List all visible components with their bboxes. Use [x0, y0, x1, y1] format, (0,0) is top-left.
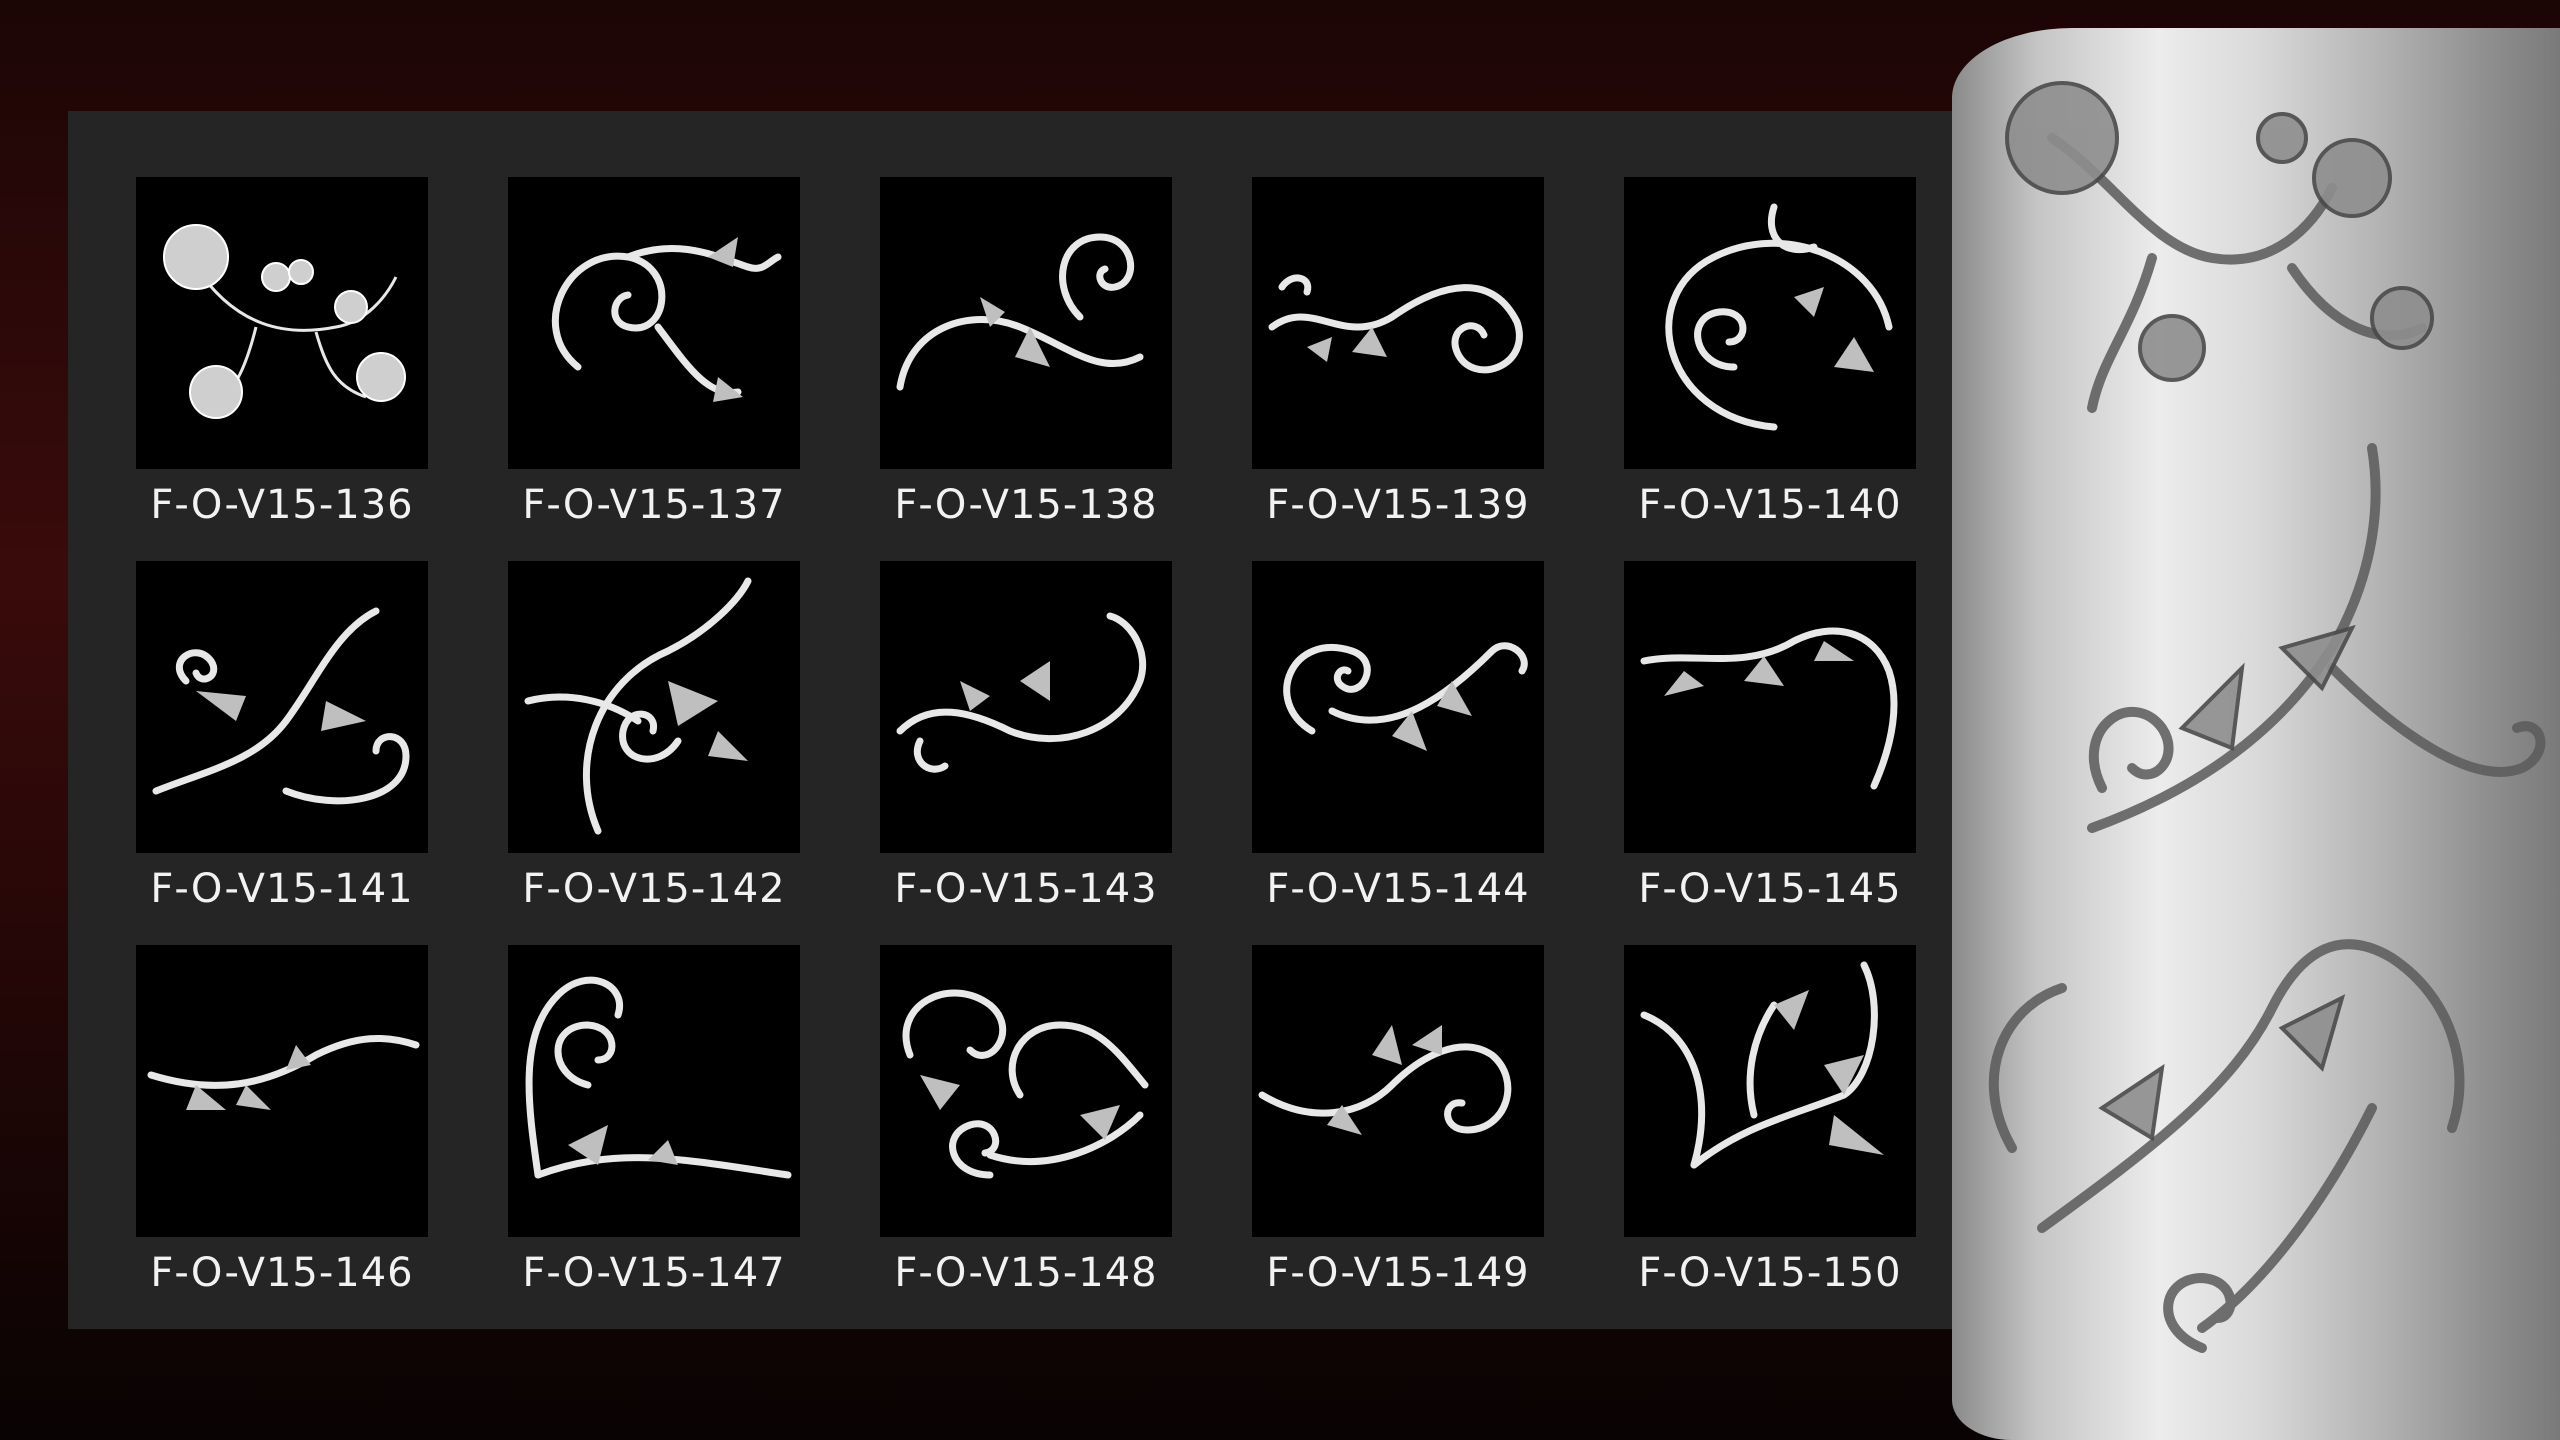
ornament-tile[interactable]: F-O-V15-136 — [136, 177, 428, 561]
ornament-code-label: F-O-V15-149 — [1266, 1250, 1530, 1296]
ornament-thumbnail[interactable] — [508, 561, 800, 853]
ornament-code-label: F-O-V15-146 — [150, 1250, 414, 1296]
carved-cylinder-preview — [1952, 28, 2560, 1440]
carved-cylinder-icon — [1988, 81, 2546, 1353]
ornament-tile[interactable]: F-O-V15-149 — [1252, 945, 1544, 1329]
ornament-tile[interactable]: F-O-V15-139 — [1252, 177, 1544, 561]
acanthus-scroll-icon — [1258, 1025, 1512, 1135]
ornament-thumbnail[interactable] — [880, 177, 1172, 469]
floral-cluster-icon — [163, 224, 406, 419]
acanthus-scroll-icon — [147, 1035, 420, 1110]
ornament-tile[interactable]: F-O-V15-144 — [1252, 561, 1544, 945]
ornament-thumbnail[interactable] — [880, 561, 1172, 853]
acanthus-scroll-icon — [1268, 274, 1523, 374]
acanthus-scroll-icon — [896, 612, 1147, 773]
ornament-tile[interactable]: F-O-V15-138 — [880, 177, 1172, 561]
ornament-code-label: F-O-V15-150 — [1638, 1250, 1902, 1296]
ornament-tile[interactable]: F-O-V15-150 — [1624, 945, 1916, 1329]
ornament-code-label: F-O-V15-137 — [522, 482, 786, 528]
ornament-thumbnail[interactable] — [1252, 177, 1544, 469]
acanthus-scroll-icon — [896, 233, 1144, 391]
ornament-code-label: F-O-V15-148 — [894, 1250, 1158, 1296]
ornament-thumbnail[interactable] — [1624, 561, 1916, 853]
ornament-code-label: F-O-V15-139 — [1266, 482, 1530, 528]
acanthus-scroll-icon — [902, 989, 1149, 1179]
ornament-code-label: F-O-V15-141 — [150, 866, 414, 912]
acanthus-scroll-icon — [152, 607, 410, 805]
ornament-thumbnail[interactable] — [136, 561, 428, 853]
ornament-code-label: F-O-V15-145 — [1638, 866, 1902, 912]
acanthus-scroll-icon — [1665, 203, 1893, 431]
acanthus-scroll-icon — [1640, 961, 1884, 1169]
ornament-thumbnail[interactable] — [1252, 945, 1544, 1237]
ornament-code-label: F-O-V15-138 — [894, 482, 1158, 528]
ornament-thumbnail[interactable] — [508, 177, 800, 469]
ornament-tile[interactable]: F-O-V15-140 — [1624, 177, 1916, 561]
ornament-grid: F-O-V15-136 F-O-V15-137 F-O-V15-138 F-O-… — [136, 177, 1916, 1329]
ornament-tile[interactable]: F-O-V15-147 — [508, 945, 800, 1329]
ornament-tile[interactable]: F-O-V15-145 — [1624, 561, 1916, 945]
acanthus-scroll-icon — [1283, 642, 1528, 751]
ornament-tile[interactable]: F-O-V15-146 — [136, 945, 428, 1329]
ornament-thumbnail[interactable] — [880, 945, 1172, 1237]
ornament-code-label: F-O-V15-143 — [894, 866, 1158, 912]
ornament-code-label: F-O-V15-144 — [1266, 866, 1530, 912]
ornament-thumbnail[interactable] — [136, 945, 428, 1237]
acanthus-scroll-icon — [525, 976, 792, 1179]
ornament-code-label: F-O-V15-147 — [522, 1250, 786, 1296]
ornament-code-label: F-O-V15-136 — [150, 482, 414, 528]
ornament-code-label: F-O-V15-142 — [522, 866, 786, 912]
ornament-thumbnail[interactable] — [136, 177, 428, 469]
ornament-thumbnail[interactable] — [1624, 177, 1916, 469]
acanthus-scroll-icon — [551, 237, 782, 402]
ornament-tile[interactable]: F-O-V15-148 — [880, 945, 1172, 1329]
gallery-panel: F-O-V15-136 F-O-V15-137 F-O-V15-138 F-O-… — [68, 111, 1968, 1329]
ornament-thumbnail[interactable] — [1252, 561, 1544, 853]
acanthus-scroll-icon — [524, 577, 752, 835]
ornament-code-label: F-O-V15-140 — [1638, 482, 1902, 528]
acanthus-scroll-icon — [1640, 627, 1898, 790]
ornament-thumbnail[interactable] — [1624, 945, 1916, 1237]
ornament-tile[interactable]: F-O-V15-141 — [136, 561, 428, 945]
ornament-tile[interactable]: F-O-V15-143 — [880, 561, 1172, 945]
ornament-tile[interactable]: F-O-V15-137 — [508, 177, 800, 561]
ornament-tile[interactable]: F-O-V15-142 — [508, 561, 800, 945]
ornament-thumbnail[interactable] — [508, 945, 800, 1237]
